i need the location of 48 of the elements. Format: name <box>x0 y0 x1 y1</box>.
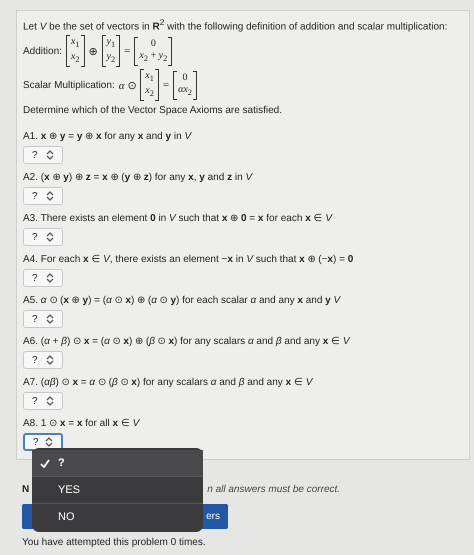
axiom-text: A3. There exists an element 0 in V such that x ⊕ 0 = x for each x ∈ V <box>23 212 332 226</box>
axiom-text: A8. 1 ⊙ x = x for all x ∈ V <box>23 417 140 430</box>
chevron-icon <box>46 191 54 202</box>
answer-select[interactable]: ? <box>23 310 63 328</box>
chevron-icon <box>46 273 54 284</box>
answer-select[interactable]: ? <box>23 228 63 246</box>
dropdown-option[interactable]: YES <box>32 477 203 504</box>
axiom-text: A2. (x ⊕ y) ⊕ z = x ⊕ (y ⊕ z) for any x, y and z in V <box>23 171 252 184</box>
matrix-entry: x$_{1}$ <box>145 70 154 86</box>
matrix-entry: x$_{2}$ <box>145 85 154 100</box>
math-symbol: ⊕ <box>88 44 98 58</box>
answer-select[interactable]: ? <box>23 146 63 164</box>
math-symbol: α ⊙ <box>118 78 136 92</box>
chevron-icon <box>45 437 53 448</box>
matrix-entry: x$_{2}$ <box>70 51 80 66</box>
definition-label: Addition: <box>23 44 62 58</box>
intro-text: Let V be the set of vectors in R$^{2}$ with the following definition of addition and scalar multiplication: <box>23 16 448 34</box>
dropdown-option[interactable]: NO <box>32 504 203 530</box>
matrix-entry: x$_{1}$ <box>70 36 80 52</box>
matrix-entry: y$_{2}$ <box>106 51 116 66</box>
chevron-icon <box>46 232 54 242</box>
matrix-entry: αx$_{2}$ <box>178 84 192 99</box>
chevron-icon <box>46 355 54 366</box>
chevron-icon <box>46 150 54 160</box>
axiom-text: A5. α ⊙ (x ⊕ y) = (α ⊙ x) ⊕ (α ⊙ y) for each scalar α and any x and y V <box>23 294 340 308</box>
axiom-text: A4. For each x ∈ V, there exists an element −x in V such that x ⊕ (−x) = 0 <box>23 253 354 266</box>
instruction-text: Determine which of the Vector Space Axioms are satisfied. <box>23 104 282 118</box>
dropdown-option[interactable]: ? <box>32 450 203 477</box>
axiom-text: A7. (αβ) ⊙ x = α ⊙ (β ⊙ x) for any scalars α and β and any x ∈ V <box>23 376 312 390</box>
note-text: n all answers must be correct. <box>207 484 340 496</box>
math-symbol: = <box>124 45 130 58</box>
answer-select[interactable]: ? <box>23 392 63 410</box>
math-symbol: = <box>162 79 170 92</box>
note-text: N <box>22 484 30 496</box>
matrix-entry: y$_{1}$ <box>106 36 116 52</box>
definition-label: Scalar Multiplication: <box>23 78 115 92</box>
attempts-text: You have attempted this problem 0 times. <box>22 537 206 548</box>
matrix-entry: 0 <box>182 72 188 84</box>
chevron-icon <box>46 396 54 406</box>
axiom-text: A1. x ⊕ y = y ⊕ x for any x and y in V <box>23 130 192 144</box>
answer-select[interactable]: ? <box>23 269 63 288</box>
answer-select[interactable]: ? <box>23 187 63 206</box>
axiom-text: A6. (α + β) ⊙ x = (α ⊙ x) ⊕ (β ⊙ x) for any scalars α and β and any x ∈ V <box>23 335 350 348</box>
matrix-entry: x$_{2}$ + y$_{2}$ <box>139 50 168 65</box>
checkmark-icon <box>40 458 50 468</box>
chevron-icon <box>46 314 54 324</box>
matrix-entry: 0 <box>150 38 156 50</box>
answer-select[interactable]: ? <box>23 351 63 370</box>
